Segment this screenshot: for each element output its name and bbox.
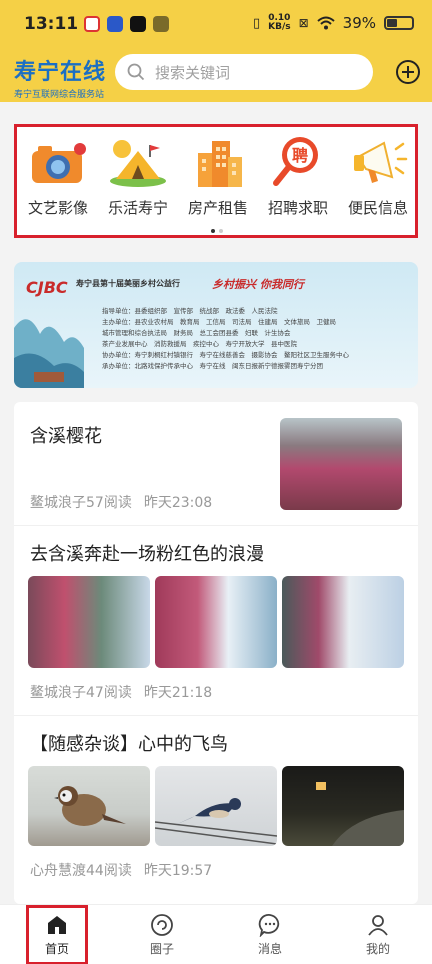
- status-bar: 13:11 ▯ 0.10 KB/s ⊠ 39%: [0, 0, 432, 48]
- wifi-icon: [316, 16, 335, 30]
- post-thumbnail[interactable]: [155, 766, 277, 846]
- promo-banner[interactable]: CJBC 寿宁县第十届美丽乡村公益行 乡村振兴 你我同行 指导单位：县委组织部 …: [14, 262, 418, 388]
- night-road-image: [316, 782, 404, 846]
- home-icon: [45, 913, 69, 937]
- app-notification-icon: [153, 16, 169, 32]
- camera-icon: [28, 135, 88, 189]
- battery-icon: [384, 16, 414, 30]
- post-author: 鳌城浪子: [30, 685, 86, 701]
- sim-icon: ⊠: [298, 16, 309, 30]
- top-header: 13:11 ▯ 0.10 KB/s ⊠ 39% 寿宁在线 寿宁互联网综合服务站 …: [0, 0, 432, 102]
- tab-label: 消息: [257, 942, 282, 956]
- banner-line: 茶产业发展中心 消防救援局 疾控中心 寿宁开放大学 县中医院: [102, 340, 297, 348]
- banner-organizers: 指导单位：县委组织部 宣传部 统战部 政法委 人民法院 主办单位：县农业农村局 …: [102, 306, 402, 372]
- category-label: 乐活寿宁: [107, 199, 168, 217]
- page-indicator: [211, 229, 223, 233]
- bottom-nav: 首页 圈子 消息 我的: [0, 904, 432, 964]
- post-feed: 含溪樱花 鳌城浪子57阅读 昨天23:08 去含溪奔赴一场粉红色的浪漫 鳌城浪子4…: [14, 402, 418, 904]
- post-title: 【随感杂谈】心中的飞鸟: [30, 734, 228, 755]
- post-meta: 心舟慧渡44阅读 昨天19:57: [30, 860, 224, 880]
- category-real-estate[interactable]: 房产租售: [177, 135, 259, 218]
- banner-brand: CJBC: [26, 278, 68, 297]
- category-shortcuts: 文艺影像 乐活寿宁 房产租售 聘 招聘求职 便民信息: [14, 124, 418, 238]
- mountain-illustration: [14, 319, 84, 388]
- recruit-icon-text: 聘: [292, 146, 308, 165]
- circle-icon: [150, 913, 174, 937]
- megaphone-icon: [348, 135, 408, 189]
- user-icon: [366, 913, 390, 937]
- status-right: ▯ 0.10 KB/s ⊠ 39%: [253, 14, 414, 32]
- post-reads: 44阅读: [86, 863, 132, 879]
- category-art-photo[interactable]: 文艺影像: [17, 135, 99, 218]
- search-placeholder: 搜索关键词: [155, 63, 231, 82]
- vibrate-icon: ▯: [252, 15, 261, 31]
- tab-label: 首页: [44, 942, 69, 956]
- tab-home[interactable]: 首页: [26, 905, 88, 964]
- tab-label: 我的: [365, 942, 390, 956]
- status-time: 13:11: [24, 14, 79, 34]
- post-time: 昨天21:18: [143, 685, 213, 701]
- category-label: 文艺影像: [27, 199, 88, 217]
- post-item[interactable]: 去含溪奔赴一场粉红色的浪漫 鳌城浪子47阅读 昨天21:18: [14, 526, 418, 716]
- app-notification-icon: [107, 16, 123, 32]
- page-dot-active: [211, 229, 215, 233]
- logo-name: 寿宁在线: [14, 59, 107, 85]
- category-recruit[interactable]: 聘 招聘求职: [257, 135, 339, 218]
- sparrow-image: [54, 786, 126, 826]
- recruit-magnifier-icon: 聘: [268, 135, 328, 189]
- tab-label: 圈子: [149, 942, 174, 956]
- network-speed-unit: KB/s: [268, 22, 291, 32]
- category-convenience[interactable]: 便民信息: [337, 135, 419, 218]
- notification-icons: [84, 16, 169, 32]
- search-input[interactable]: 搜索关键词: [115, 54, 373, 90]
- tab-mine[interactable]: 我的: [324, 905, 432, 964]
- post-author: 鳌城浪子: [30, 495, 86, 511]
- category-label: 招聘求职: [267, 199, 328, 217]
- post-thumbnail[interactable]: [155, 576, 277, 668]
- buildings-icon: [188, 135, 248, 189]
- banner-line: 承办单位：北路戏保护传承中心 寿宁在线 闽东日报新宁德报雾团寿宁分团: [102, 362, 323, 370]
- search-icon: [127, 63, 145, 81]
- tab-circle[interactable]: 圈子: [108, 905, 216, 964]
- post-time: 昨天23:08: [143, 495, 213, 511]
- banner-slogan: 乡村振兴 你我同行: [212, 278, 304, 291]
- battery-percent: 39%: [342, 14, 376, 32]
- post-time: 昨天19:57: [143, 863, 213, 879]
- banner-line: 指导单位：县委组织部 宣传部 统战部 政法委 人民法院: [102, 307, 278, 315]
- banner-title: 寿宁县第十届美丽乡村公益行: [76, 279, 180, 288]
- category-leisure[interactable]: 乐活寿宁: [97, 135, 179, 218]
- post-item[interactable]: 【随感杂谈】心中的飞鸟 心舟慧渡44阅读 昨天19:57: [14, 716, 418, 904]
- post-thumbnail[interactable]: [280, 418, 402, 510]
- message-icon: [258, 913, 282, 938]
- post-meta: 鳌城浪子57阅读 昨天23:08: [30, 492, 224, 512]
- logo-subtitle: 寿宁互联网综合服务站: [14, 90, 105, 100]
- post-title: 去含溪奔赴一场粉红色的浪漫: [30, 544, 264, 565]
- tent-icon: [108, 135, 168, 189]
- network-speed: 0.10 KB/s: [268, 14, 290, 32]
- page-dot: [219, 229, 223, 233]
- plus-circle-icon[interactable]: [396, 60, 420, 84]
- post-item[interactable]: 含溪樱花 鳌城浪子57阅读 昨天23:08: [14, 402, 418, 526]
- post-thumbnail[interactable]: [282, 766, 404, 846]
- banner-line: 城市管理和综合执法局 财务局 总工会团县委 妇联 计生协会: [102, 329, 291, 337]
- post-author: 心舟慧渡: [30, 863, 86, 879]
- banner-line: 主办单位：县农业农村局 教育局 工信局 司法局 住建局 文体旅局 卫健局: [102, 318, 336, 326]
- category-label: 便民信息: [347, 199, 408, 217]
- post-thumbnail[interactable]: [282, 576, 404, 668]
- tab-messages[interactable]: 消息: [216, 905, 324, 964]
- tiktok-icon: [130, 16, 146, 32]
- category-label: 房产租售: [187, 199, 248, 217]
- post-meta: 鳌城浪子47阅读 昨天21:18: [30, 682, 224, 702]
- banner-line: 协办单位：寿宁刺桐红村镇银行 寿宁在线慈善会 摄影协会 鳌阳社区卫生服务中心: [102, 351, 349, 359]
- post-thumbnail[interactable]: [28, 576, 150, 668]
- app-notification-icon: [84, 16, 100, 32]
- app-logo[interactable]: 寿宁在线 寿宁互联网综合服务站: [14, 54, 110, 100]
- post-reads: 57阅读: [86, 495, 132, 511]
- post-reads: 47阅读: [86, 685, 132, 701]
- post-thumbnail[interactable]: [28, 766, 150, 846]
- swallow-image: [155, 798, 277, 845]
- post-title: 含溪樱花: [30, 426, 102, 447]
